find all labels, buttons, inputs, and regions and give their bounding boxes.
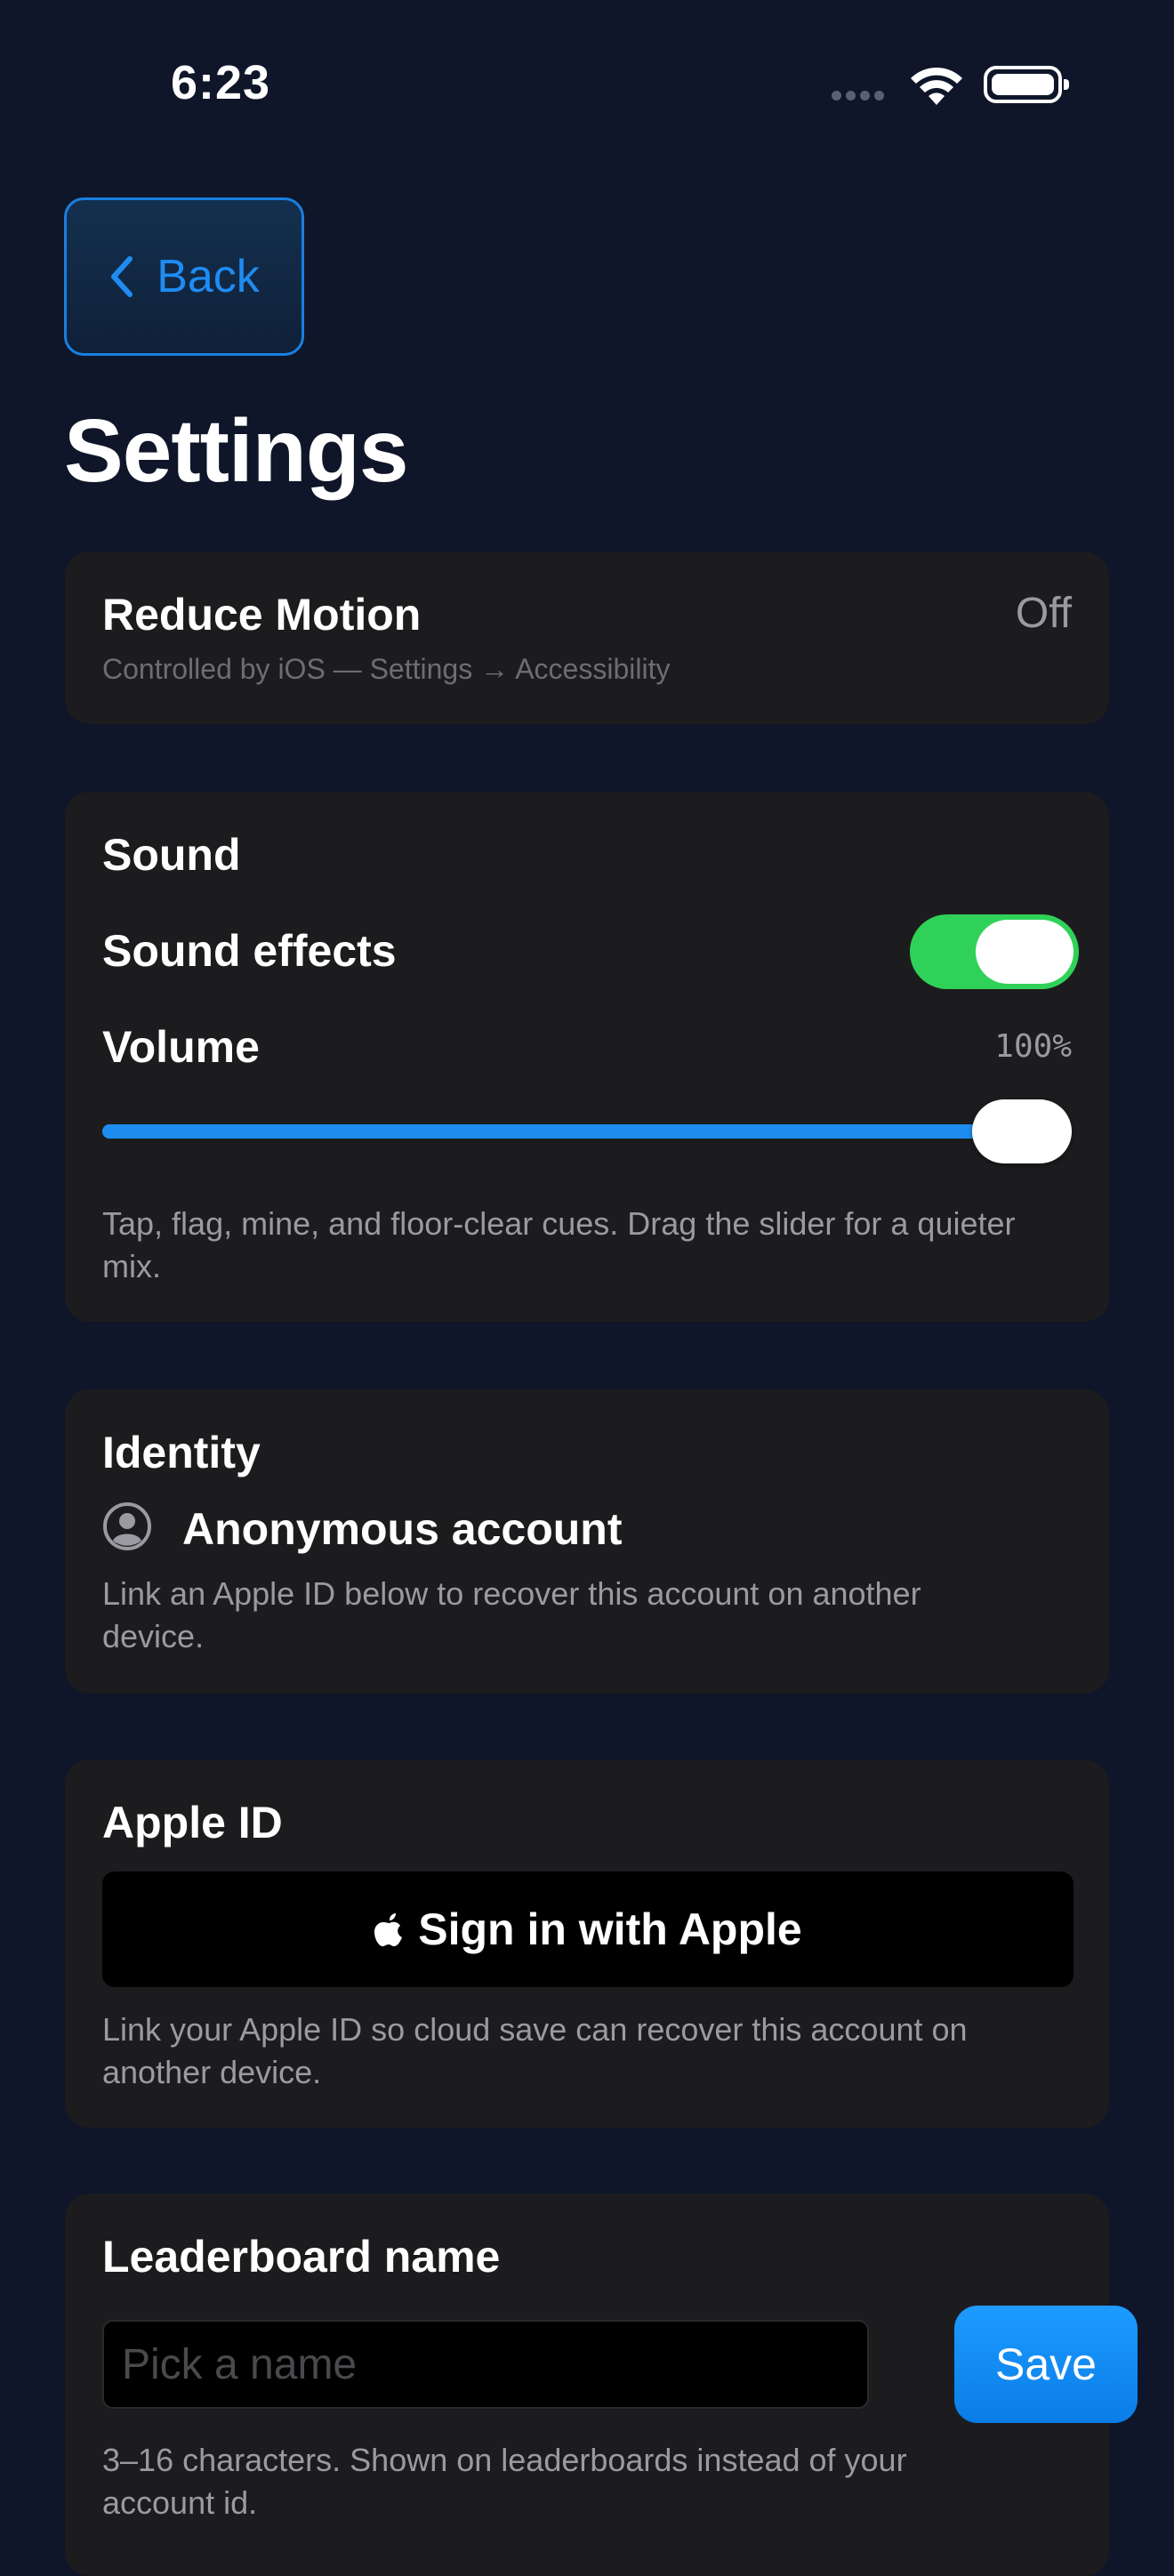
sound-effects-label: Sound effects (102, 926, 397, 976)
status-time: 6:23 (171, 56, 271, 109)
reduce-motion-subtitle: Controlled by iOS — Settings → Accessibi… (102, 653, 671, 685)
person-circle-icon (103, 1502, 151, 1550)
wifi-icon (911, 67, 962, 105)
apple-id-description: Link your Apple ID so cloud save can rec… (102, 2011, 968, 2090)
account-label: Anonymous account (182, 1504, 623, 1554)
volume-value: 100% (994, 1028, 1072, 1065)
sound-effects-toggle[interactable] (910, 914, 1079, 989)
volume-slider-knob[interactable] (972, 1099, 1072, 1163)
chevron-left-icon (111, 256, 133, 297)
leaderboard-description: 3–16 characters. Shown on leaderboards i… (102, 2442, 907, 2521)
reduce-motion-value: Off (1015, 590, 1072, 637)
cellular-signal-icon (832, 89, 892, 101)
identity-section-title: Identity (102, 1428, 261, 1477)
page-title: Settings (64, 401, 408, 501)
identity-description: Link an Apple ID below to recover this a… (102, 1575, 921, 1654)
back-label: Back (157, 251, 260, 302)
sound-card: Sound Sound effects Volume 100% Tap, fla… (65, 792, 1109, 1322)
apple-logo-icon (374, 1913, 403, 1946)
volume-slider-fill (102, 1124, 1072, 1139)
save-label: Save (995, 2339, 1097, 2389)
back-button[interactable]: Back (64, 197, 304, 356)
apple-id-section-title: Apple ID (102, 1798, 283, 1847)
battery-icon (984, 66, 1069, 103)
sound-section-title: Sound (102, 830, 241, 880)
reduce-motion-title: Reduce Motion (102, 590, 422, 640)
sound-description: Tap, flag, mine, and floor-clear cues. D… (102, 1205, 1016, 1284)
sign-in-with-apple-button[interactable]: Sign in with Apple (102, 1872, 1073, 1987)
volume-slider[interactable] (102, 1124, 1072, 1139)
leaderboard-name-input[interactable] (102, 2320, 869, 2409)
save-button[interactable]: Save (954, 2306, 1138, 2423)
reduce-motion-card: Reduce Motion Off Controlled by iOS — Se… (65, 551, 1109, 724)
apple-id-card: Apple ID Sign in with Apple Link your Ap… (65, 1759, 1109, 2128)
sign-in-with-apple-label: Sign in with Apple (418, 1904, 802, 1954)
identity-card: Identity Anonymous account Link an Apple… (65, 1389, 1109, 1694)
leaderboard-card: Leaderboard name Save 3–16 characters. S… (65, 2194, 1138, 2576)
leaderboard-section-title: Leaderboard name (102, 2232, 501, 2282)
volume-label: Volume (102, 1022, 260, 1072)
